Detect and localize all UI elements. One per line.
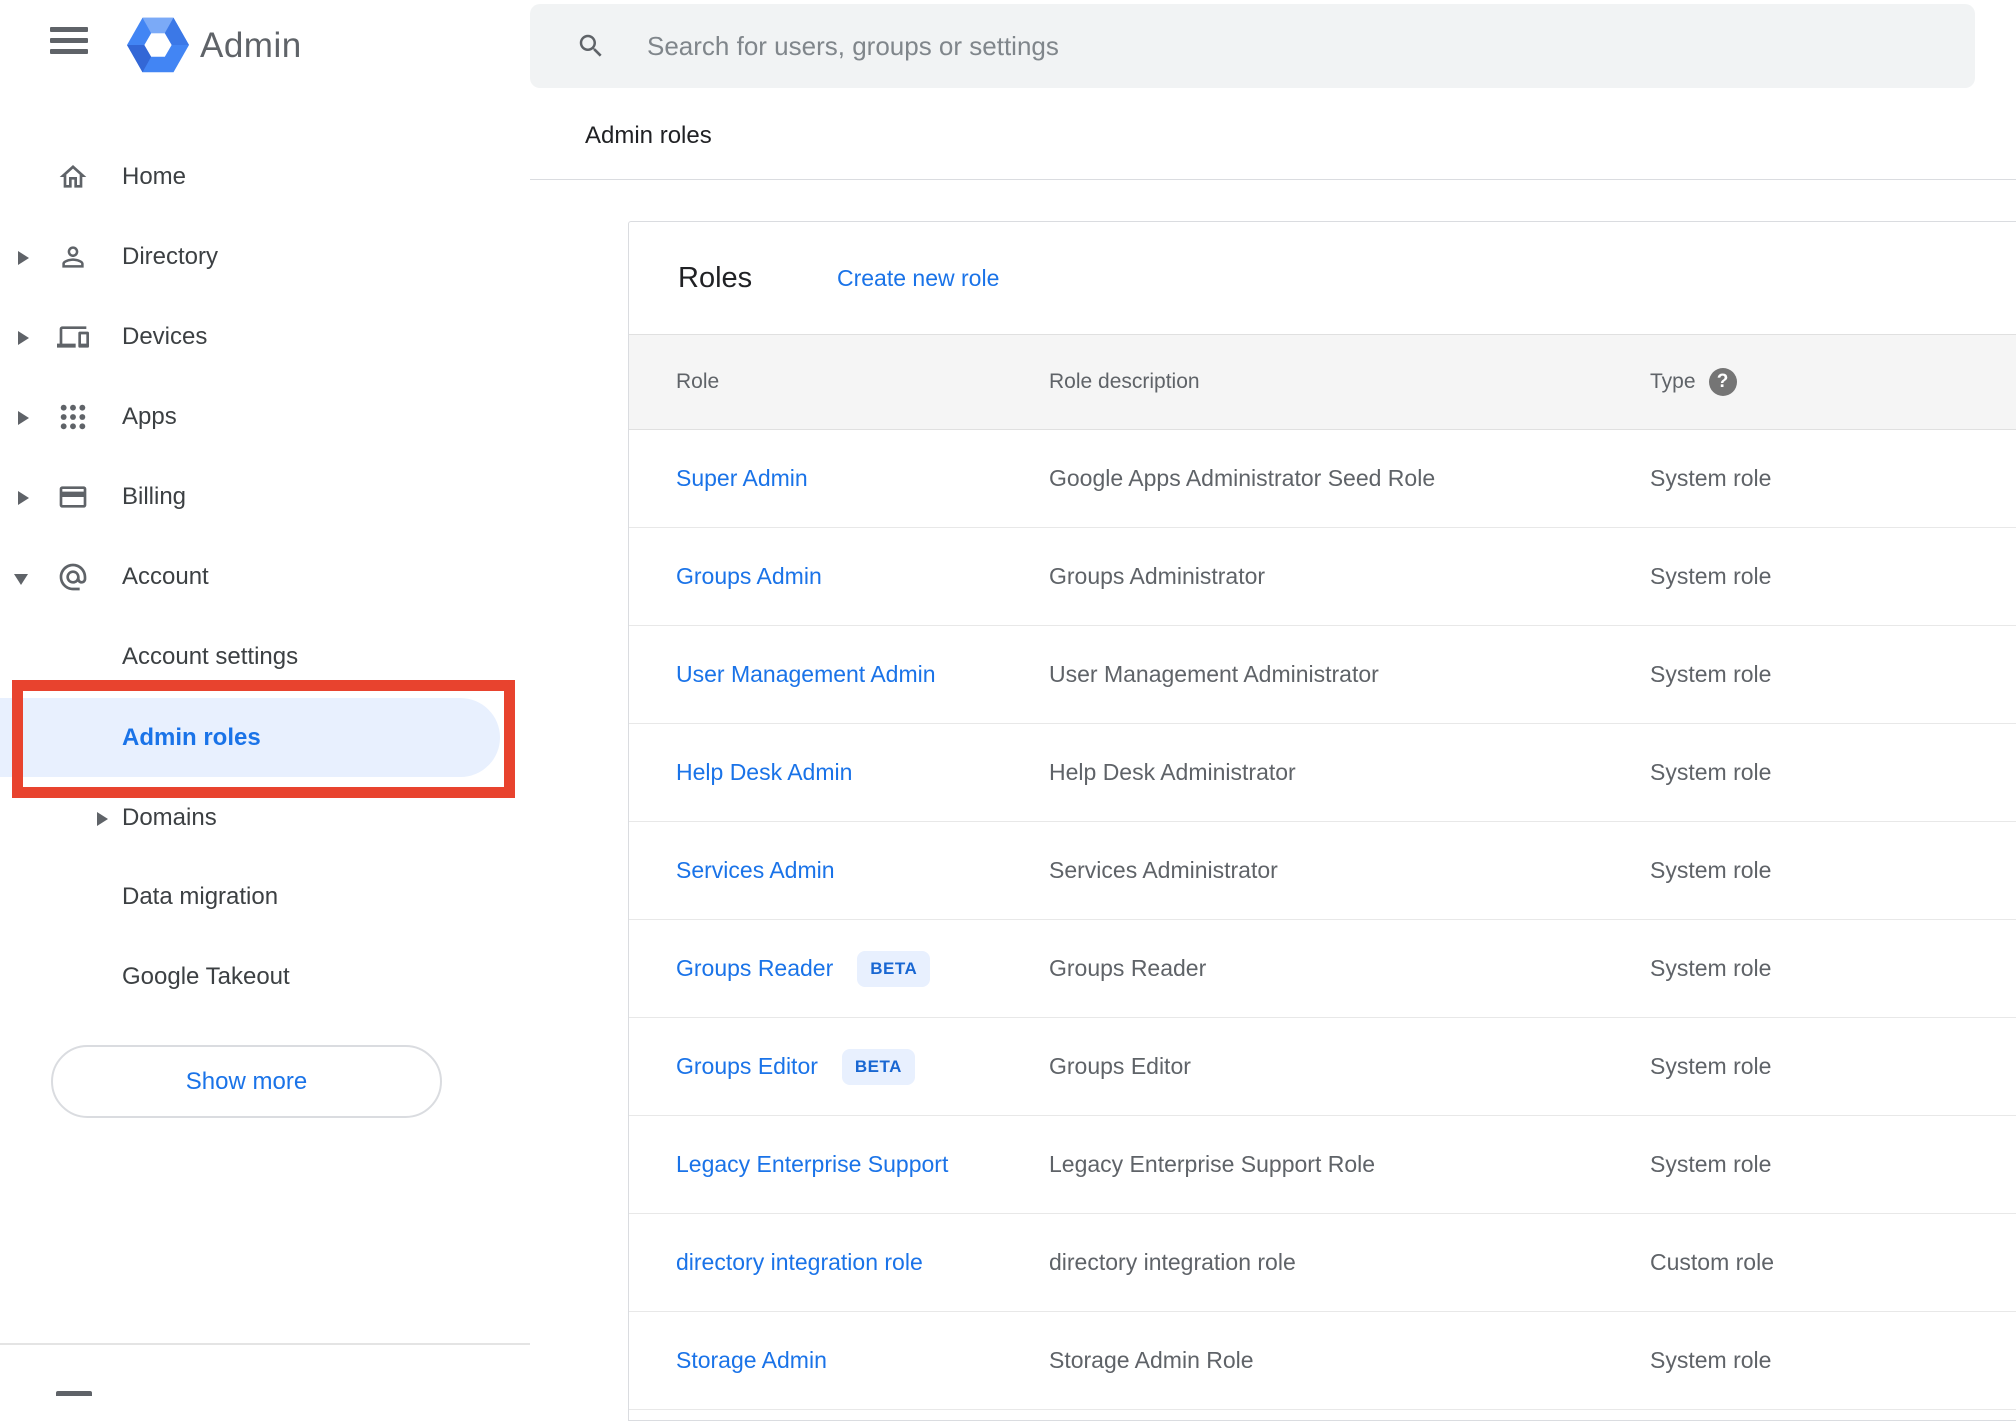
role-type: System role bbox=[1650, 759, 1772, 785]
sidebar-item-label: Devices bbox=[122, 323, 208, 350]
column-header-role: Role bbox=[676, 370, 720, 393]
search-bar[interactable] bbox=[530, 4, 1975, 88]
create-new-role-link[interactable]: Create new role bbox=[837, 222, 999, 334]
table-row: Groups Reader BETA Groups Reader System … bbox=[629, 920, 2016, 1018]
sidebar-item-domains[interactable]: Domains bbox=[0, 778, 530, 858]
table-header-row: Role Role description Type ? bbox=[629, 334, 2016, 430]
role-description: Groups Editor bbox=[1049, 1053, 1191, 1079]
sidebar-item-account[interactable]: Account bbox=[0, 537, 530, 617]
search-input[interactable] bbox=[647, 4, 1947, 88]
sidebar-item-label: Admin roles bbox=[122, 724, 261, 751]
table-row: Super Admin Google Apps Administrator Se… bbox=[629, 430, 2016, 528]
table-row: Help Desk Admin Help Desk Administrator … bbox=[629, 724, 2016, 822]
card-title: Roles bbox=[678, 262, 753, 294]
sidebar-item-account-settings[interactable]: Account settings bbox=[0, 617, 530, 697]
search-icon bbox=[579, 34, 602, 57]
breadcrumb: Admin roles bbox=[585, 122, 712, 149]
column-header-type: Type bbox=[1650, 370, 1696, 393]
apps-grid-icon bbox=[60, 404, 86, 430]
role-type: System role bbox=[1650, 465, 1772, 491]
home-icon bbox=[59, 165, 87, 188]
sidebar-item-label: Account bbox=[122, 563, 209, 590]
sidebar-item-label: Home bbox=[122, 163, 187, 190]
sidebar-item-label: Apps bbox=[122, 403, 177, 430]
role-type: System role bbox=[1650, 1053, 1772, 1079]
sidebar-item-label: Billing bbox=[122, 483, 187, 510]
table-row: directory integration role directory int… bbox=[629, 1214, 2016, 1312]
chevron-down-icon[interactable] bbox=[14, 574, 28, 585]
role-link[interactable]: Legacy Enterprise Support bbox=[676, 1151, 948, 1178]
chevron-right-icon[interactable] bbox=[18, 251, 29, 265]
role-description: Storage Admin Role bbox=[1049, 1347, 1254, 1373]
beta-badge: BETA bbox=[857, 950, 931, 987]
role-type: System role bbox=[1650, 563, 1772, 589]
table-row: User Management Admin User Management Ad… bbox=[629, 626, 2016, 724]
role-link[interactable]: User Management Admin bbox=[676, 661, 936, 688]
role-description: Google Apps Administrator Seed Role bbox=[1049, 465, 1436, 491]
admin-logo-icon bbox=[127, 17, 189, 73]
role-description: Services Administrator bbox=[1049, 857, 1278, 883]
header-divider bbox=[530, 179, 2016, 180]
show-more-button[interactable]: Show more bbox=[51, 1045, 442, 1118]
role-link[interactable]: Groups Editor bbox=[676, 1053, 818, 1080]
role-description: Groups Administrator bbox=[1049, 563, 1266, 589]
role-type: System role bbox=[1650, 857, 1772, 883]
chevron-right-icon[interactable] bbox=[97, 812, 108, 826]
app-title: Admin bbox=[200, 26, 302, 65]
role-type: System role bbox=[1650, 955, 1772, 981]
table-row: Groups Editor BETA Groups Editor System … bbox=[629, 1018, 2016, 1116]
devices-icon bbox=[57, 326, 89, 348]
sidebar-item-label: Directory bbox=[122, 243, 219, 270]
role-link[interactable]: Services Admin bbox=[676, 857, 835, 884]
table-row: Groups Admin Groups Administrator System… bbox=[629, 528, 2016, 626]
sidebar-item-google-takeout[interactable]: Google Takeout bbox=[0, 937, 530, 1017]
role-link[interactable]: Groups Reader bbox=[676, 955, 833, 982]
table-row: Legacy Enterprise Support Legacy Enterpr… bbox=[629, 1116, 2016, 1214]
role-link[interactable]: Super Admin bbox=[676, 465, 808, 492]
sidebar-item-data-migration[interactable]: Data migration bbox=[0, 857, 530, 937]
sidebar-item-label: Google Takeout bbox=[122, 963, 290, 990]
role-link[interactable]: Groups Admin bbox=[676, 563, 822, 590]
role-type: System role bbox=[1650, 1151, 1772, 1177]
sidebar-item-label: Data migration bbox=[122, 883, 279, 910]
role-link[interactable]: Storage Admin bbox=[676, 1347, 827, 1374]
role-link[interactable]: directory integration role bbox=[676, 1249, 923, 1276]
role-type: System role bbox=[1650, 1347, 1772, 1373]
role-description: User Management Administrator bbox=[1049, 661, 1379, 687]
person-icon bbox=[62, 246, 84, 268]
beta-badge: BETA bbox=[841, 1048, 915, 1085]
role-description: Groups Reader bbox=[1049, 955, 1207, 981]
sidebar-item-home[interactable]: Home bbox=[0, 137, 530, 217]
table-row: Storage Admin Storage Admin Role System … bbox=[629, 1312, 2016, 1410]
sidebar-item-label: Domains bbox=[122, 804, 217, 831]
role-description: Legacy Enterprise Support Role bbox=[1049, 1151, 1376, 1177]
role-description: directory integration role bbox=[1049, 1249, 1296, 1275]
sidebar-divider bbox=[0, 1343, 530, 1345]
chevron-right-icon[interactable] bbox=[18, 491, 29, 505]
role-link[interactable]: Help Desk Admin bbox=[676, 759, 852, 786]
sidebar-item-billing[interactable]: Billing bbox=[0, 457, 530, 537]
role-type: System role bbox=[1650, 661, 1772, 687]
help-icon[interactable]: ? bbox=[1708, 368, 1737, 396]
hamburger-menu-icon[interactable] bbox=[50, 27, 88, 54]
sidebar-item-directory[interactable]: Directory bbox=[0, 217, 530, 297]
sidebar-item-apps[interactable]: Apps bbox=[0, 377, 530, 457]
sidebar-item-admin-roles[interactable]: Admin roles bbox=[0, 698, 530, 777]
roles-card: Roles Create new role Role Role descript… bbox=[628, 221, 2016, 1421]
sidebar-item-devices[interactable]: Devices bbox=[0, 297, 530, 377]
role-type: Custom role bbox=[1650, 1249, 1774, 1275]
credit-card-icon bbox=[59, 486, 87, 508]
partial-bottom-icon bbox=[56, 1391, 92, 1396]
sidebar-item-label: Account settings bbox=[122, 643, 299, 670]
column-header-description: Role description bbox=[1049, 370, 1200, 393]
chevron-right-icon[interactable] bbox=[18, 331, 29, 345]
roles-card-header: Roles Create new role bbox=[629, 222, 2016, 334]
role-description: Help Desk Administrator bbox=[1049, 759, 1296, 785]
sidebar: Admin Home Directory Devices Apps Billin… bbox=[0, 0, 530, 1396]
chevron-right-icon[interactable] bbox=[18, 411, 29, 425]
table-row: Services Admin Services Administrator Sy… bbox=[629, 822, 2016, 920]
at-sign-icon bbox=[59, 563, 87, 591]
